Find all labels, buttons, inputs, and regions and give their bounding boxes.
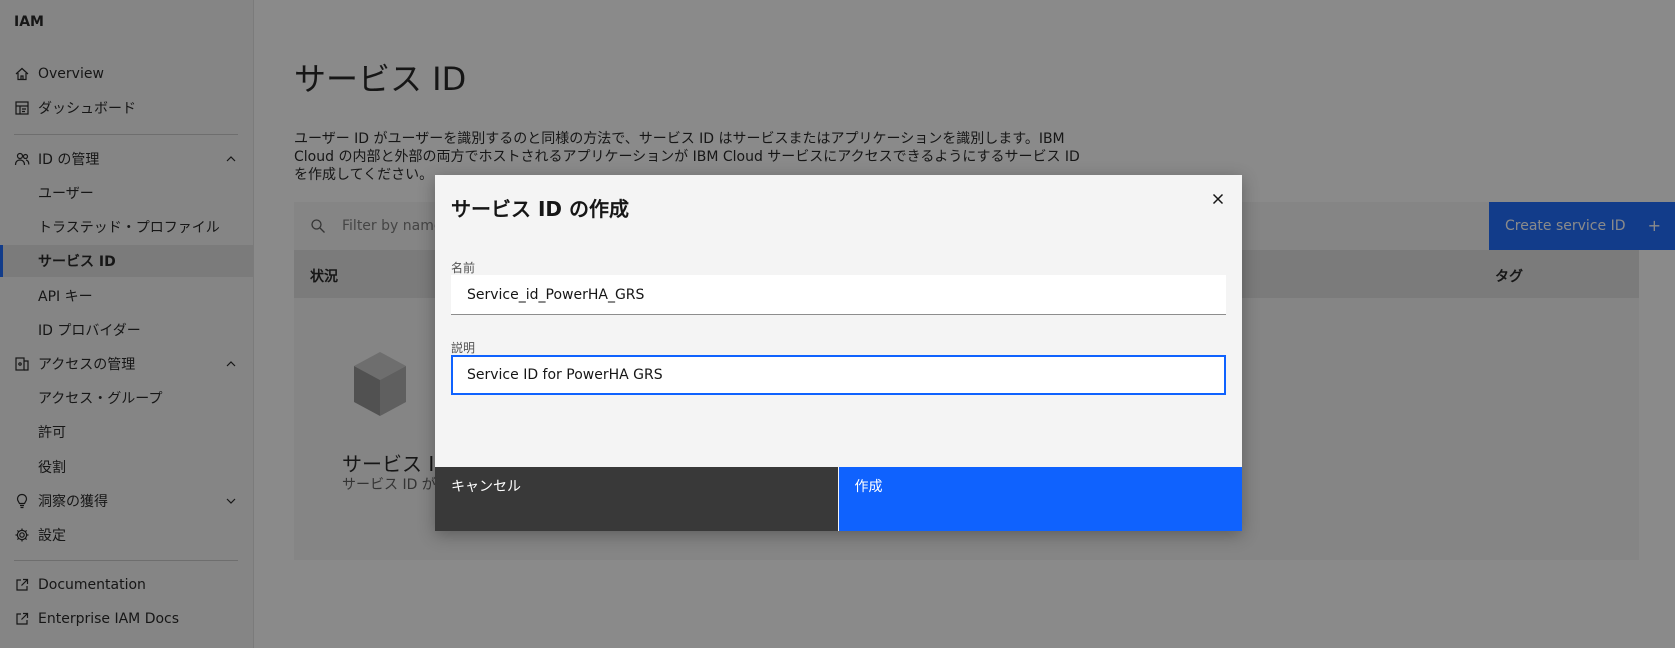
description-field[interactable] <box>451 355 1226 395</box>
modal-footer: キャンセル 作成 <box>435 467 1242 531</box>
name-field[interactable] <box>451 275 1226 315</box>
modal-title: サービス ID の作成 <box>451 197 629 221</box>
name-field-label: 名前 <box>451 261 476 275</box>
cancel-button[interactable]: キャンセル <box>435 467 838 531</box>
create-button[interactable]: 作成 <box>838 467 1242 531</box>
close-icon <box>1212 193 1224 205</box>
description-field-label: 説明 <box>451 341 476 355</box>
close-button[interactable] <box>1206 187 1230 211</box>
create-service-id-modal: サービス ID の作成 名前 説明 キャンセル 作成 <box>435 175 1242 531</box>
